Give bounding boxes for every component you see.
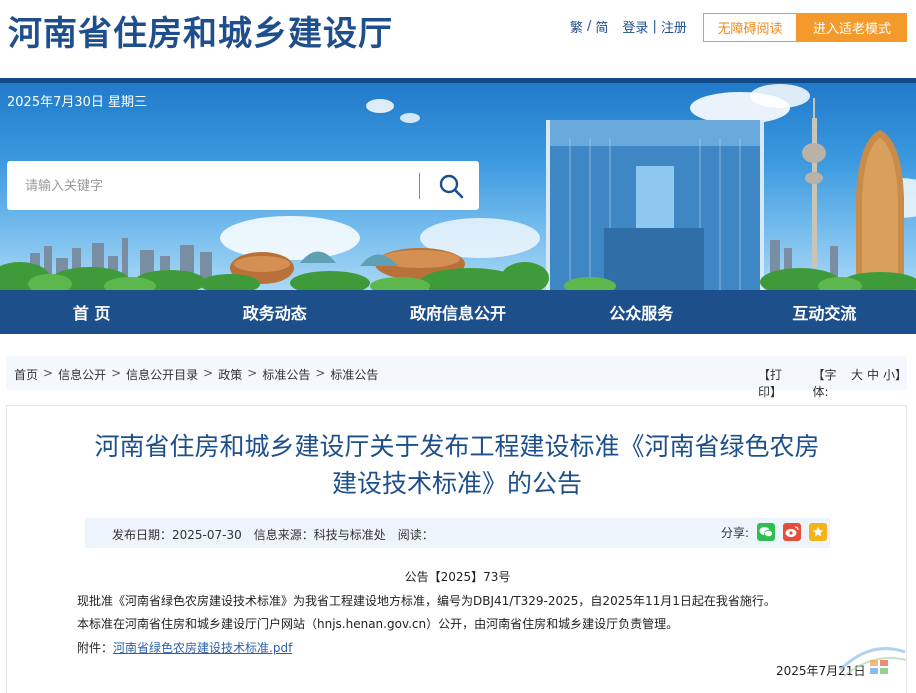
share-label: 分享: xyxy=(721,525,750,540)
font-size-label: 【字体: xyxy=(812,368,837,399)
font-medium-button[interactable]: 中 xyxy=(867,366,879,400)
breadcrumb-separator: > xyxy=(111,366,122,380)
lang-traditional-link[interactable]: 繁 xyxy=(570,17,583,36)
info-source: 信息来源：科技与标准处 xyxy=(253,528,386,542)
document-number: 公告【2025】73号 xyxy=(404,570,511,584)
attachment-line: 附件：河南省绿色农房建设技术标准.pdf xyxy=(77,639,292,656)
article-paragraph-1: 现批准《河南省绿色农房建设技术标准》为我省工程建设地方标准，编号为DBJ41/T… xyxy=(77,594,776,608)
search-icon[interactable] xyxy=(437,172,465,200)
main-nav: 首 页 政务动态 政府信息公开 公众服务 互动交流 xyxy=(0,290,916,334)
breadcrumb-bar: 首页 > 信息公开 > 信息公开目录 > 政策 > 标准公告 > 标准公告 【打… xyxy=(6,356,907,399)
article-paragraph-2: 本标准在河南省住房和城乡建设厅门户网站（hnjs.henan.gov.cn）公开… xyxy=(77,617,679,631)
banner: 2025年7月30日 星期三 xyxy=(0,78,916,290)
search-box xyxy=(7,161,479,210)
site-title[interactable]: 河南省住房和城乡建设厅 xyxy=(8,6,393,55)
lang-separator: / xyxy=(587,19,592,34)
article-meta-bar: 发布日期：2025-07-30 信息来源：科技与标准处 阅读： 分享: xyxy=(85,518,830,548)
accessible-reading-button[interactable]: 无障碍阅读 xyxy=(703,13,797,42)
print-button[interactable]: 【打印】 xyxy=(758,366,799,400)
watermark-logo xyxy=(838,647,907,677)
breadcrumb: 首页 > 信息公开 > 信息公开目录 > 政策 > 标准公告 > 标准公告 xyxy=(14,366,378,383)
favorite-icon[interactable] xyxy=(809,523,828,541)
breadcrumb-separator: > xyxy=(247,366,258,380)
breadcrumb-info-public[interactable]: 信息公开 xyxy=(58,366,106,383)
article: 河南省住房和城乡建设厅关于发布工程建设标准《河南省绿色农房 建设技术标准》的公告… xyxy=(6,405,907,693)
article-meta: 发布日期：2025-07-30 信息来源：科技与标准处 阅读： xyxy=(112,526,434,543)
article-title: 河南省住房和城乡建设厅关于发布工程建设标准《河南省绿色农房 建设技术标准》的公告 xyxy=(37,428,877,502)
breadcrumb-separator: > xyxy=(43,366,54,380)
breadcrumb-standard-notice-current[interactable]: 标准公告 xyxy=(330,366,378,383)
nav-item-interaction[interactable]: 互动交流 xyxy=(733,290,916,334)
nav-item-home[interactable]: 首 页 xyxy=(0,290,183,334)
attachment-link[interactable]: 河南省绿色农房建设技术标准.pdf xyxy=(113,641,292,655)
breadcrumb-info-catalog[interactable]: 信息公开目录 xyxy=(126,366,198,383)
page-tools: 【打印】 【字体: 大 中 小】 xyxy=(758,366,907,400)
font-small-button[interactable]: 小】 xyxy=(883,366,907,400)
read-count: 阅读： xyxy=(397,528,434,542)
wechat-icon[interactable] xyxy=(757,523,776,541)
login-link[interactable]: 登录 xyxy=(622,17,648,36)
breadcrumb-separator: > xyxy=(203,366,214,380)
current-date: 2025年7月30日 星期三 xyxy=(7,95,148,110)
header-links: 繁 / 简 登录 | 注册 xyxy=(570,17,687,36)
weibo-icon[interactable] xyxy=(783,523,802,541)
site-header: 河南省住房和城乡建设厅 繁 / 简 登录 | 注册 无障碍阅读 进入适老模式 xyxy=(0,0,916,78)
publish-date: 发布日期：2025-07-30 xyxy=(112,528,242,542)
breadcrumb-policy[interactable]: 政策 xyxy=(218,366,242,383)
register-link[interactable]: 注册 xyxy=(661,17,687,36)
elder-mode-button[interactable]: 进入适老模式 xyxy=(797,13,907,42)
article-title-line1: 河南省住房和城乡建设厅关于发布工程建设标准《河南省绿色农房 xyxy=(94,432,820,461)
lang-simplified-link[interactable]: 简 xyxy=(595,17,608,36)
search-input[interactable] xyxy=(25,175,405,197)
breadcrumb-separator: > xyxy=(315,366,326,380)
share-bar: 分享: xyxy=(721,523,828,541)
article-title-line2: 建设技术标准》的公告 xyxy=(331,469,582,498)
breadcrumb-standard-notice[interactable]: 标准公告 xyxy=(262,366,310,383)
attachment-label: 附件： xyxy=(77,641,114,655)
auth-separator: | xyxy=(652,19,657,34)
breadcrumb-home[interactable]: 首页 xyxy=(14,366,38,383)
nav-item-government-news[interactable]: 政务动态 xyxy=(183,290,366,334)
nav-item-info-disclosure[interactable]: 政府信息公开 xyxy=(366,290,549,334)
search-divider xyxy=(419,173,420,199)
font-large-button[interactable]: 大 xyxy=(851,366,863,400)
nav-item-public-services[interactable]: 公众服务 xyxy=(550,290,733,334)
